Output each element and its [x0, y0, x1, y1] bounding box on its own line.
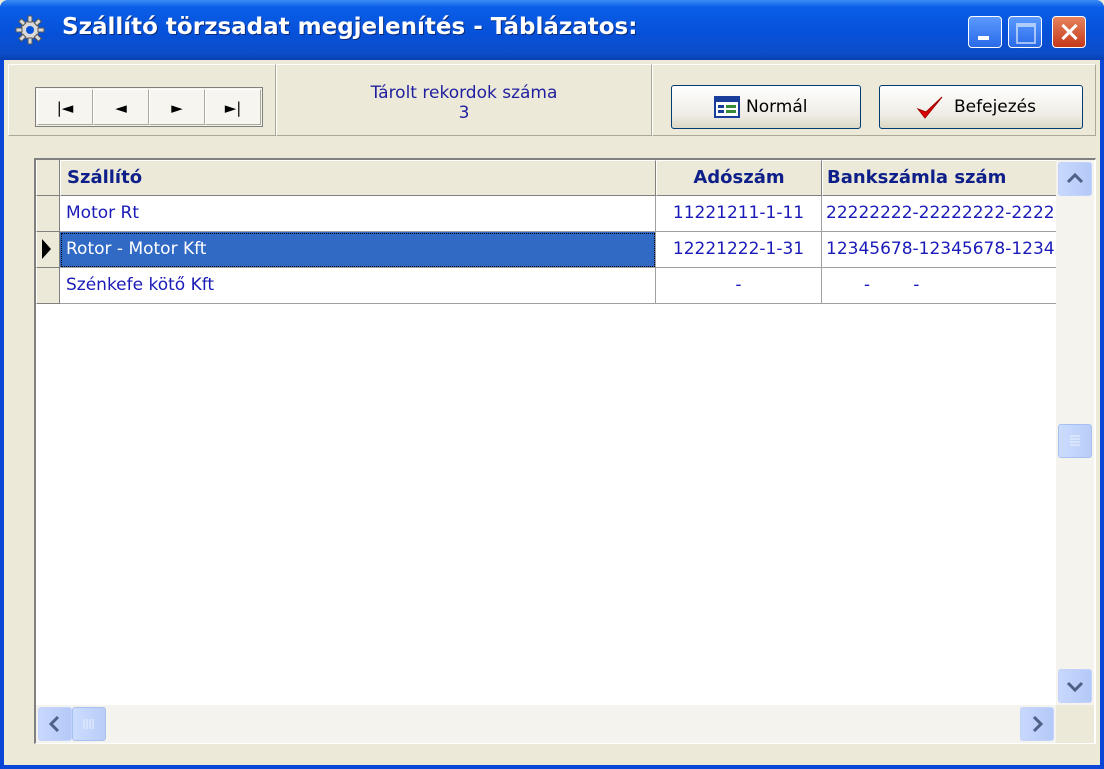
- window-title: Szállító törzsadat megjelenítés - Tábláz…: [62, 14, 638, 40]
- form-view-icon: [714, 96, 740, 118]
- table-row-cell-tax-id[interactable]: 11221211-1-11: [656, 196, 822, 232]
- column-header-bank-account[interactable]: Bankszámla szám: [822, 160, 1056, 196]
- grip-icon: [1070, 435, 1080, 446]
- record-count-label: Tárolt rekordok száma: [370, 83, 558, 103]
- chevron-right-icon: [1032, 715, 1044, 733]
- close-button[interactable]: [1052, 16, 1086, 48]
- chevron-left-icon: [48, 715, 60, 733]
- grid-viewport: Szállító Adószám Bankszámla szám Motor R…: [36, 160, 1056, 705]
- row-indicator[interactable]: [36, 196, 60, 232]
- record-navigator: |◄ ◄ ► ►|: [35, 87, 263, 127]
- gear-icon: [15, 15, 45, 45]
- chevron-down-icon: [1066, 681, 1084, 693]
- last-record-icon: ►|: [224, 99, 242, 117]
- record-count-value: 3: [458, 103, 470, 123]
- check-mark-icon: [916, 96, 943, 119]
- scroll-left-button[interactable]: [38, 707, 72, 741]
- application-window: Szállító törzsadat megjelenítés - Tábláz…: [0, 0, 1104, 769]
- grip-icon: [83, 719, 94, 729]
- scroll-right-button[interactable]: [1020, 707, 1054, 741]
- finish-label: Befejezés: [954, 97, 1036, 117]
- scroll-up-button[interactable]: [1058, 162, 1092, 196]
- last-record-button[interactable]: ►|: [205, 89, 261, 125]
- table-row-cell-tax-id[interactable]: 12221222-1-31: [656, 232, 822, 268]
- table-row-cell-supplier-selected[interactable]: Rotor - Motor Kft: [60, 232, 656, 268]
- vertical-scrollbar[interactable]: [1056, 160, 1094, 705]
- next-record-icon: ►: [171, 99, 183, 117]
- table-row-cell-bank-account[interactable]: 22222222-22222222-22222222: [822, 196, 1056, 232]
- scrollbar-corner: [1056, 705, 1094, 743]
- row-indicator[interactable]: [36, 268, 60, 304]
- navigator-panel: |◄ ◄ ► ►|: [8, 64, 276, 136]
- chevron-up-icon: [1066, 172, 1084, 184]
- normal-view-label: Normál: [746, 97, 808, 117]
- header-indicator-cell: [36, 160, 60, 196]
- first-record-button[interactable]: |◄: [37, 89, 93, 125]
- current-row-pointer-icon: [42, 239, 51, 259]
- normal-view-button[interactable]: Normál: [671, 85, 861, 129]
- vertical-scroll-thumb[interactable]: [1058, 424, 1092, 458]
- minimize-button[interactable]: [968, 16, 1002, 48]
- scroll-down-button[interactable]: [1058, 669, 1092, 703]
- next-record-button[interactable]: ►: [149, 89, 205, 125]
- horizontal-scrollbar[interactable]: [36, 705, 1056, 743]
- toolbar: |◄ ◄ ► ►| Tárolt rekordok száma 3 Normál…: [4, 60, 1100, 140]
- prev-record-icon: ◄: [115, 99, 127, 117]
- table-row-cell-bank-account[interactable]: - -: [822, 268, 1056, 304]
- first-record-icon: |◄: [56, 99, 74, 117]
- table-row-cell-bank-account[interactable]: 12345678-12345678-12345678: [822, 232, 1056, 268]
- column-header-supplier[interactable]: Szállító: [60, 160, 656, 196]
- column-header-tax-id[interactable]: Adószám: [656, 160, 822, 196]
- window-client-area: |◄ ◄ ► ►| Tárolt rekordok száma 3 Normál…: [4, 60, 1100, 765]
- suppliers-grid[interactable]: Szállító Adószám Bankszámla szám Motor R…: [34, 158, 1096, 744]
- finish-button[interactable]: Befejezés: [879, 85, 1083, 129]
- record-count-panel: Tárolt rekordok száma 3: [276, 64, 652, 136]
- table-row-cell-supplier[interactable]: Szénkefe kötő Kft: [60, 268, 656, 304]
- maximize-button[interactable]: [1008, 16, 1042, 48]
- table-row-cell-supplier[interactable]: Motor Rt: [60, 196, 656, 232]
- horizontal-scroll-thumb[interactable]: [72, 707, 106, 741]
- table-row-cell-tax-id[interactable]: -: [656, 268, 822, 304]
- row-indicator-current[interactable]: [36, 232, 60, 268]
- command-panel: Normál Befejezés: [652, 64, 1096, 136]
- title-bar[interactable]: Szállító törzsadat megjelenítés - Tábláz…: [0, 0, 1104, 60]
- prev-record-button[interactable]: ◄: [93, 89, 149, 125]
